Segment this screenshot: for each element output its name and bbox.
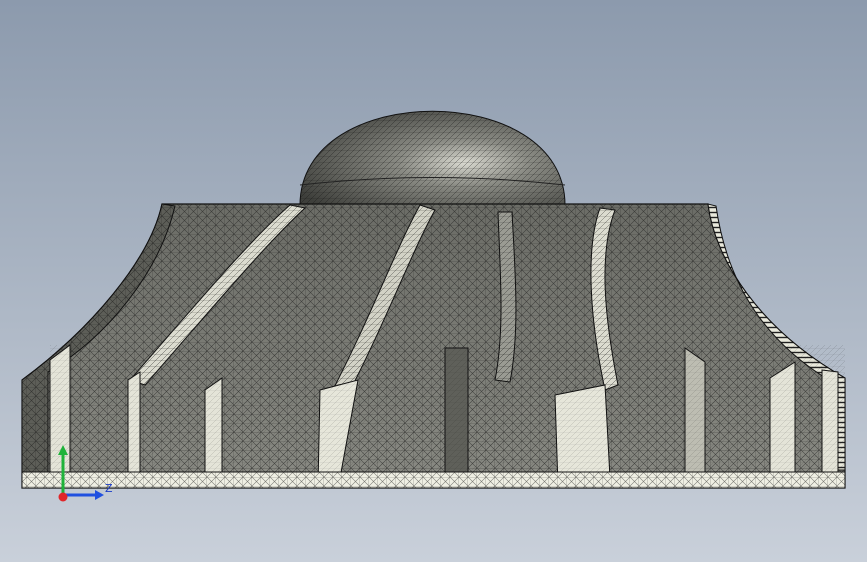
graphics-viewport[interactable]: Z [0, 0, 867, 562]
z-axis-label: Z [105, 482, 113, 495]
z-axis-arrowhead [95, 490, 104, 500]
vertical-fins [49, 344, 845, 489]
y-axis-arrowhead [58, 445, 68, 455]
dome-feature[interactable] [299, 110, 566, 206]
base-plate-front[interactable] [21, 471, 846, 489]
coordinate-triad: Z [58, 445, 113, 502]
model-scene[interactable] [0, 0, 867, 562]
x-axis-origin-marker [58, 492, 68, 502]
